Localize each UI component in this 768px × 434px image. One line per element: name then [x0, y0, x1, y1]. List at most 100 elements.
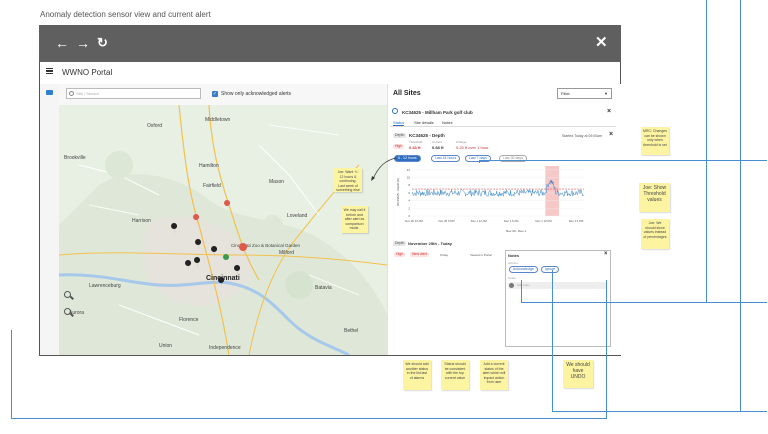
sticky-joe-comment: Joe: Want +/- 12 hours & continuing. Las… — [334, 168, 362, 192]
app-title: WWNO Portal — [62, 68, 113, 77]
close-notes-icon[interactable]: × — [604, 251, 608, 258]
x-tick-label: Nov 30 12 PM — [405, 219, 423, 223]
sensor-markers — [171, 200, 248, 289]
back-arrow-icon[interactable]: ← — [55, 34, 69, 52]
show-acknowledged-label: Show only acknowledged alerts — [221, 91, 292, 97]
close-window-icon[interactable]: ✕ — [595, 34, 608, 52]
layers-icon[interactable] — [46, 90, 53, 95]
acknowledge-button[interactable]: Acknowledge — [509, 266, 538, 273]
range-24-hours[interactable]: Last 24 hours — [431, 155, 461, 162]
x-tick-label: Dec 1 12 AM — [471, 219, 488, 223]
sensor-marker — [211, 246, 218, 258]
y-tick-label: 10 — [407, 176, 411, 180]
zoom-out-icon[interactable] — [64, 308, 71, 315]
alert-marker — [224, 200, 231, 212]
x-tick-label: Nov 30 6 PM — [438, 219, 455, 223]
range-7-days[interactable]: Last 7 days — [465, 155, 491, 162]
alert-started-time: Started Today at 09:00am — [562, 134, 603, 138]
sensor-marker — [234, 265, 241, 277]
y-tick-label: 6 — [408, 191, 410, 195]
current-value: 0.68 ft — [432, 145, 444, 150]
threshold-value: 0.43 ft — [409, 145, 421, 150]
x-tick-label: Dec 1 6 PM — [569, 219, 584, 223]
current-label: Current — [432, 140, 443, 144]
app-header — [40, 62, 620, 85]
zoo-poi — [223, 254, 229, 260]
ignore-button[interactable]: Ignore — [541, 266, 559, 273]
annotation-line — [521, 302, 767, 303]
notes-panel-title: Notes — [508, 253, 520, 258]
y-tick-label: 2 — [408, 206, 410, 210]
x-tick-label: Dec 1 6 AM — [504, 219, 519, 223]
annotation-line — [479, 160, 767, 161]
page-caption: Anomaly detection sensor view and curren… — [40, 10, 211, 19]
site-search-placeholder: Site / Sensor — [76, 91, 99, 96]
sticky-status-consistent: Status should be consistent with the top… — [441, 360, 469, 390]
notes-label: Notes — [508, 276, 516, 280]
sticky-show-values: Joe: We should show values instead of pe… — [641, 219, 669, 249]
threshold-label: Threshold — [409, 140, 423, 144]
filter-dropdown[interactable]: Filter ▼ — [557, 88, 612, 99]
alert-marker — [193, 214, 200, 226]
chevron-down-icon: ▼ — [604, 91, 608, 96]
reload-icon[interactable]: ↻ — [97, 34, 108, 52]
close-site-icon[interactable]: × — [607, 108, 611, 115]
show-acknowledged-checkbox[interactable]: ✓ — [212, 91, 218, 97]
y-tick-label: 4 — [408, 199, 410, 203]
site-search-input[interactable]: Site / Sensor — [66, 88, 201, 99]
map-view[interactable]: Middletown Oxford Brookville Hamilton Fa… — [59, 105, 387, 355]
sensor-type-tag: Depth — [393, 133, 407, 138]
hamburger-menu-icon[interactable] — [46, 68, 53, 74]
annotation-line — [11, 418, 607, 419]
sticky-may-call: We may call it before and after alert as… — [341, 206, 368, 233]
alert-sensor-tag: Depth — [393, 241, 407, 246]
zoom-in-icon[interactable] — [64, 291, 71, 298]
annotation-arrow — [371, 157, 397, 181]
site-name: KC34625 - Millham Park golf club — [402, 110, 473, 115]
left-tool-strip — [40, 84, 60, 355]
x-tick-label: Dec 1 12 PM — [536, 219, 553, 223]
annotation-line — [521, 280, 522, 303]
annotation-line — [740, 0, 741, 411]
browser-toolbar: ← → ↻ ✕ — [39, 25, 621, 62]
annotation-line — [552, 411, 767, 412]
sensor-name: KC34625 - Depth — [409, 133, 445, 138]
actions-label: Actions — [508, 261, 518, 265]
y-tick-label: 0 — [408, 214, 410, 218]
depth-chart: 12 10 8 6 4 2 0 Nov 30 12 PM Nov 30 6 PM Dec 1 1… — [396, 166, 585, 233]
forward-arrow-icon[interactable]: → — [76, 34, 90, 52]
sensor-marker — [185, 260, 192, 272]
tab-divider — [390, 126, 616, 127]
add-note-input[interactable]: Add note... — [508, 282, 606, 289]
sensor-marker — [194, 257, 201, 269]
avatar — [509, 283, 514, 288]
y-tick-label: 12 — [407, 168, 411, 172]
range-12-hours[interactable]: 6 - 12 hours — [394, 155, 421, 162]
sticky-add-status: We should add another status in the list… — [403, 360, 431, 390]
range-30-days[interactable]: Last 30 days — [499, 155, 527, 162]
annotation-line — [706, 0, 707, 302]
alert-when: Today — [440, 253, 449, 257]
change-label: Change — [456, 140, 467, 144]
site-search-icon — [392, 108, 398, 114]
annotation-line — [11, 330, 12, 418]
sensor-marker — [171, 223, 178, 235]
chart-xlabel: Nov 30 - Dec 1 — [506, 229, 526, 233]
sticky-show-threshold: Joe: Show Threshold values — [639, 183, 670, 212]
sensor-marker — [195, 239, 202, 251]
annotation-line — [552, 270, 553, 412]
alert-date-range: November 25th - Today — [408, 241, 452, 246]
sensor-marker — [218, 277, 225, 289]
alert-status: Viewed in Portal — [470, 253, 492, 257]
add-note-placeholder: Add note... — [517, 283, 532, 287]
annotation-line — [606, 280, 607, 418]
close-sensor-icon[interactable]: × — [609, 131, 613, 138]
alert-marker-selected — [239, 243, 248, 259]
search-icon — [69, 91, 74, 96]
tab-notes[interactable]: Notes — [442, 120, 452, 125]
y-tick-label: 8 — [408, 183, 410, 187]
filter-dropdown-value: Filter — [561, 91, 570, 96]
tab-site-details[interactable]: Site details — [414, 120, 434, 125]
sticky-add-current: Add a current status of the alert which … — [480, 360, 508, 390]
sticky-mrc-changes: MRC: Changes can be shown only when thre… — [641, 127, 669, 155]
